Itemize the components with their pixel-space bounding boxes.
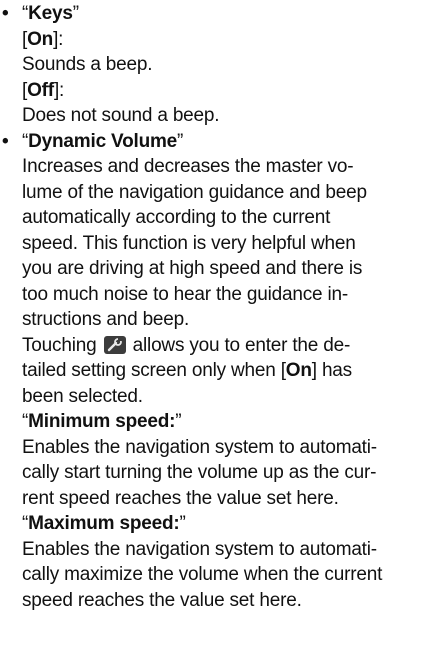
dynamic-volume-desc-line: automatically according to the current	[22, 207, 331, 228]
dynamic-volume-desc-line: lume of the navigation guidance and beep	[22, 181, 367, 203]
keys-off-label: Off	[27, 79, 54, 101]
minimum-speed-title: Minimum speed:	[28, 411, 176, 432]
minimum-speed-desc-line: Enables the navigation system to automat…	[22, 436, 377, 458]
maximum-speed-heading: “Maximum speed:”	[22, 511, 436, 537]
dynamic-volume-setting: • “Dynamic Volume” Increases and decreas…	[0, 129, 436, 614]
keys-title: Keys	[28, 3, 73, 24]
dynamic-volume-desc-line: structions and beep.	[22, 309, 190, 330]
maximum-speed-desc-line: cally maximize the volume when the curre…	[22, 564, 383, 585]
touching-text: Touching	[22, 334, 97, 356]
maximum-speed-desc-line: Enables the navigation system to automat…	[22, 538, 377, 560]
close-quote: ”	[72, 3, 79, 24]
close-quote: ”	[179, 513, 186, 534]
dynamic-volume-desc-line: Increases and decreases the master vo-	[22, 156, 354, 177]
keys-setting: • “Keys” [On]: Sounds a beep. [Off]: Doe…	[0, 1, 436, 129]
dynamic-volume-heading: “Dynamic Volume”	[22, 129, 436, 155]
minimum-speed-desc-line: cally start turning the volume up as the…	[22, 462, 377, 483]
maximum-speed-desc-line: speed reaches the value set here.	[22, 589, 302, 611]
keys-off-option: [Off]:	[22, 79, 65, 101]
maximum-speed-title: Maximum speed:	[28, 513, 180, 534]
keys-on-desc: Sounds a beep.	[22, 54, 153, 75]
touch-on-label: On	[285, 360, 312, 381]
dynamic-volume-desc-line: too much noise to hear the guidance in-	[22, 283, 348, 305]
dynamic-volume-desc-line: you are driving at high speed and there …	[22, 258, 363, 279]
minimum-speed-heading: “Minimum speed:”	[22, 409, 436, 435]
touching-line-3: been selected.	[22, 385, 143, 407]
wrench-icon[interactable]	[103, 335, 126, 354]
touching-line-2-before: tailed setting screen only when [	[22, 360, 286, 381]
touching-after-text: allows you to enter the de-	[132, 334, 351, 356]
touching-line: Touching allows you to enter the de-	[22, 333, 436, 359]
keys-heading: “Keys”	[22, 1, 436, 27]
minimum-speed-desc-line: rent speed reaches the value set here.	[22, 487, 339, 509]
close-quote: ”	[175, 411, 182, 432]
bullet: •	[2, 130, 9, 152]
keys-on-option: [On]:	[22, 28, 64, 50]
touching-line-2: tailed setting screen only when [On] has	[22, 358, 436, 384]
keys-on-label: On	[27, 28, 54, 50]
close-quote: ”	[177, 130, 184, 152]
touching-line-2-after: ] has	[311, 360, 352, 381]
manual-page: • “Keys” [On]: Sounds a beep. [Off]: Doe…	[0, 0, 436, 667]
dynamic-volume-desc-line: speed. This function is very helpful whe…	[22, 232, 356, 254]
keys-off-desc: Does not sound a beep.	[22, 105, 220, 126]
bullet: •	[2, 3, 9, 24]
dynamic-volume-title: Dynamic Volume	[28, 130, 178, 152]
